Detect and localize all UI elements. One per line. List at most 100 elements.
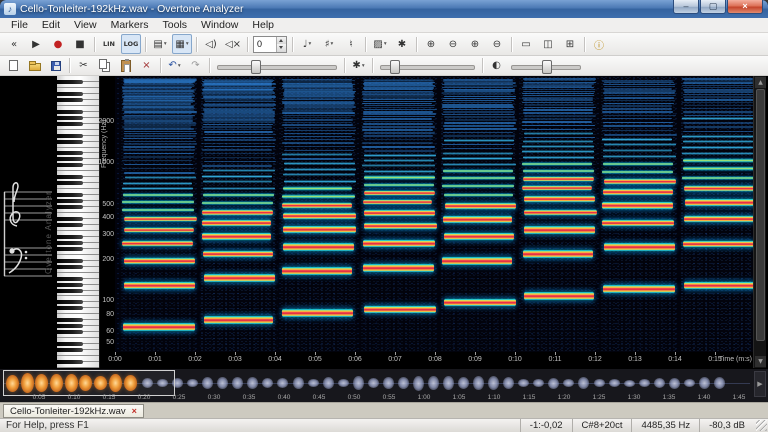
cut-button[interactable]: ✂: [74, 57, 93, 75]
spectrogram-view-button[interactable]: ▦▾: [172, 34, 192, 54]
note-value-button[interactable]: ♩▾: [297, 34, 317, 54]
analysis-settings-gear-icon[interactable]: ✱▾: [349, 57, 368, 75]
undo-button[interactable]: ↶▾: [165, 57, 184, 75]
menu-item-edit[interactable]: Edit: [35, 18, 67, 33]
colormap-button[interactable]: ▨▾: [370, 34, 390, 54]
speaker-icon[interactable]: ◁): [201, 34, 221, 54]
log-scale-button[interactable]: LOG: [121, 34, 141, 54]
zoom-out-frequency-button[interactable]: ⊖: [487, 34, 507, 54]
piano-key-black[interactable]: [57, 110, 83, 114]
resize-grip[interactable]: [756, 420, 767, 431]
layout-single-view-button[interactable]: ▭: [516, 34, 536, 54]
skip-to-start-button[interactable]: «: [4, 34, 24, 54]
piano-key-black[interactable]: [57, 342, 83, 346]
new-file-button[interactable]: [4, 57, 23, 75]
menu-item-view[interactable]: View: [67, 18, 104, 33]
paste-button[interactable]: [116, 57, 135, 75]
stop-button[interactable]: ■: [70, 34, 90, 54]
piano-key-black[interactable]: [57, 360, 83, 364]
vertical-scrollbar[interactable]: ▲ ▼: [753, 76, 766, 368]
piano-key-black[interactable]: [57, 151, 83, 155]
piano-keyboard[interactable]: [57, 76, 100, 368]
piano-key-black[interactable]: [57, 259, 83, 263]
open-file-button[interactable]: [25, 57, 44, 75]
linear-scale-button[interactable]: LIN: [99, 34, 119, 54]
layout-grid-view-button[interactable]: ⊞: [560, 34, 580, 54]
piano-key-black[interactable]: [57, 157, 83, 161]
piano-key-black[interactable]: [57, 140, 83, 144]
piano-key-black[interactable]: [57, 277, 83, 281]
menu-item-help[interactable]: Help: [245, 18, 281, 33]
mute-speaker-icon[interactable]: ◁×: [223, 34, 243, 54]
spectrogram-contrast-slider[interactable]: [511, 58, 581, 74]
zoom-in-frequency-button[interactable]: ⊕: [465, 34, 485, 54]
spectrogram[interactable]: [115, 76, 753, 352]
overview-selection[interactable]: [3, 370, 175, 396]
tab-close-icon[interactable]: ×: [132, 407, 137, 416]
piano-key-black[interactable]: [57, 175, 83, 179]
piano-key-black[interactable]: [57, 98, 83, 102]
spin-down-icon[interactable]: [277, 44, 286, 52]
zoom-in-time-button[interactable]: ⊕: [421, 34, 441, 54]
piano-key-black[interactable]: [57, 241, 83, 245]
redo-button[interactable]: ↷: [186, 57, 205, 75]
natural-button[interactable]: ♮: [341, 34, 361, 54]
piano-key-black[interactable]: [57, 283, 83, 287]
play-button[interactable]: ▶: [26, 34, 46, 54]
spectrogram-contrast-slider-thumb[interactable]: [542, 60, 552, 74]
tips-button[interactable]: ⓘ: [589, 34, 609, 54]
piano-key-black[interactable]: [57, 199, 83, 203]
piano-key-black[interactable]: [57, 80, 83, 84]
record-button[interactable]: ●: [48, 34, 68, 54]
copy-button[interactable]: [95, 57, 114, 75]
piano-key-black[interactable]: [57, 193, 83, 197]
spin-up-icon[interactable]: [277, 37, 286, 45]
tab-cello-file[interactable]: Cello-Tonleiter-192kHz.wav ×: [3, 404, 144, 418]
piano-key-black[interactable]: [57, 122, 83, 126]
piano-key-black[interactable]: [57, 330, 83, 334]
piano-key-black[interactable]: [57, 217, 83, 221]
piano-key-black[interactable]: [57, 247, 83, 251]
piano-key-black[interactable]: [57, 223, 83, 227]
piano-key-black[interactable]: [57, 300, 83, 304]
close-button[interactable]: ×: [727, 0, 763, 14]
menu-item-window[interactable]: Window: [194, 18, 245, 33]
piano-key-black[interactable]: [57, 116, 83, 120]
scroll-up-icon[interactable]: ▲: [755, 77, 766, 88]
piano-key-black[interactable]: [57, 306, 83, 310]
transpose-spinner[interactable]: 0: [253, 36, 287, 53]
save-file-button[interactable]: [46, 57, 65, 75]
scroll-down-icon[interactable]: ▼: [755, 356, 766, 367]
playback-position-slider-thumb[interactable]: [251, 60, 261, 74]
piano-key-black[interactable]: [57, 205, 83, 209]
piano-key-black[interactable]: [57, 181, 83, 185]
scrollbar-thumb[interactable]: [756, 89, 765, 341]
spectrum-view-button[interactable]: ▤▾: [150, 34, 170, 54]
piano-key-black[interactable]: [57, 289, 83, 293]
transpose-spinner-arrows[interactable]: [276, 37, 286, 52]
contrast-icon[interactable]: ◐: [487, 57, 506, 75]
piano-key-black[interactable]: [57, 235, 83, 239]
piano-key-black[interactable]: [57, 348, 83, 352]
title-bar[interactable]: ♪ Cello-Tonleiter-192kHz.wav - Overtone …: [0, 0, 768, 18]
piano-key-black[interactable]: [57, 265, 83, 269]
zoom-out-time-button[interactable]: ⊖: [443, 34, 463, 54]
piano-key-black[interactable]: [57, 134, 83, 138]
menu-item-tools[interactable]: Tools: [156, 18, 195, 33]
layout-split-view-button[interactable]: ◫: [538, 34, 558, 54]
playback-position-slider[interactable]: [217, 58, 337, 74]
settings-gear-icon[interactable]: ✱: [392, 34, 412, 54]
overview-scroll-button[interactable]: ▶: [754, 371, 766, 397]
playback-speed-slider[interactable]: [380, 58, 475, 74]
delete-button[interactable]: ×: [137, 57, 156, 75]
piano-key-black[interactable]: [57, 163, 83, 167]
piano-key-black[interactable]: [57, 324, 83, 328]
menu-item-file[interactable]: File: [4, 18, 35, 33]
piano-key-black[interactable]: [57, 318, 83, 322]
menu-item-markers[interactable]: Markers: [104, 18, 156, 33]
playback-speed-slider-thumb[interactable]: [390, 60, 400, 74]
sharp-button[interactable]: ♯▾: [319, 34, 339, 54]
waveform-overview[interactable]: ▶ 0:050:100:150:200:250:300:350:400:450:…: [0, 368, 768, 402]
minimize-button[interactable]: –: [673, 0, 699, 14]
piano-key-black[interactable]: [57, 92, 83, 96]
